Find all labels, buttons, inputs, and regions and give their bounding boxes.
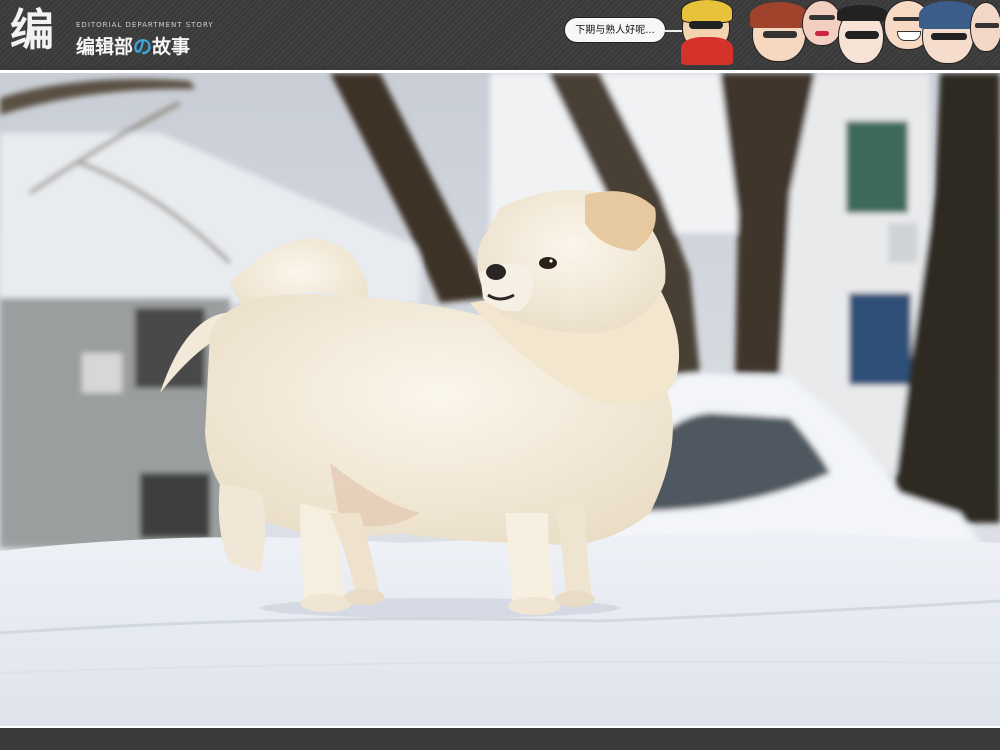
logo-mark-icon: 编 [10,5,54,56]
site-header: 编 EDITORIAL DEPARTMENT STORY 编辑部の故事 下期与熟… [0,0,1000,66]
face-6-icon [919,1,979,64]
face-4-icon [837,5,887,64]
face-3-icon [802,0,842,46]
snow-ground [0,531,1000,726]
logo-title[interactable]: 编辑部の故事 [76,32,190,59]
character-faces-banner [680,0,1000,66]
face-1-icon [681,0,733,65]
face-2-icon [750,2,808,62]
site-footer [0,733,1000,750]
photo-illustration [0,73,1000,726]
face-7-icon [970,2,1000,52]
logo-title-no: の [133,36,153,58]
logo-title-part-b: 故事 [152,36,191,58]
logo-title-part-a: 编辑部 [76,36,134,58]
photo-white-dog-in-snow [0,73,1000,726]
speech-bubble: 下期与熟人好呢... [564,17,666,43]
logo-subtitle: EDITORIAL DEPARTMENT STORY [76,21,214,29]
